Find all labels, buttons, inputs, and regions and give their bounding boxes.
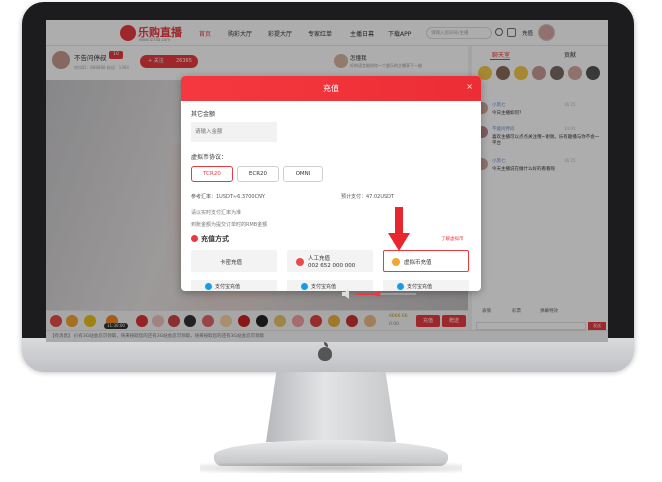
protocol-tcr20[interactable]: TCR20 (191, 166, 233, 182)
recharge-modal: 充值 × 其它金额 虚拟币协议： TCR20 ECR20 OMNI 参考汇率：1… (181, 76, 481, 291)
alipay-icon (205, 283, 212, 290)
monitor-stand-neck (266, 372, 396, 442)
card-recharge-label: 卡密充值 (220, 260, 243, 266)
alipay-option[interactable]: 支付宝充值 (191, 280, 277, 291)
alipay-label: 支付宝充值 (215, 284, 241, 290)
volume-slider[interactable] (340, 288, 420, 300)
estimated-payment: 预计支付：47.02USDT (341, 194, 395, 200)
amount-input[interactable] (191, 122, 277, 142)
other-amount-label: 其它金额 (191, 111, 216, 118)
close-icon[interactable]: × (466, 82, 473, 91)
alipay-icon (301, 283, 308, 290)
apple-logo-icon (318, 342, 332, 361)
tutorial-link[interactable]: 了解虚拟币 (441, 236, 464, 242)
manual-recharge-option[interactable]: 人工充值 002 652 000 000 (287, 250, 373, 272)
manual-recharge-number: 002 652 000 000 (308, 263, 356, 269)
stand-shadow (200, 463, 462, 473)
method-title: 充值方式 (201, 235, 229, 243)
volume-icon (342, 289, 349, 299)
pointer-arrow-icon (388, 207, 410, 251)
protocol-label: 虚拟币协议： (191, 154, 228, 161)
alipay-label: 支付宝充值 (311, 284, 337, 290)
protocol-ecr20[interactable]: ECR20 (237, 166, 279, 182)
crypto-recharge-label: 虚拟币充值 (404, 260, 432, 266)
manual-recharge-label: 人工充值 (308, 256, 331, 262)
manual-recharge-icon (296, 258, 304, 266)
bitcoin-icon (392, 258, 400, 266)
rate-note: 请以实时支付汇率为准 (191, 210, 242, 216)
exchange-rate: 参考汇率：1USDT≈6.3700CNY (191, 194, 265, 200)
method-title-icon (191, 235, 198, 242)
modal-title: 充值 (323, 84, 339, 93)
card-recharge-option[interactable]: 卡密充值 (191, 250, 277, 272)
amount-note: 到账金额为提交订单时的RMB金额 (191, 222, 268, 228)
crypto-recharge-option[interactable]: 虚拟币充值 (383, 250, 469, 272)
protocol-omni[interactable]: OMNI (283, 166, 323, 182)
